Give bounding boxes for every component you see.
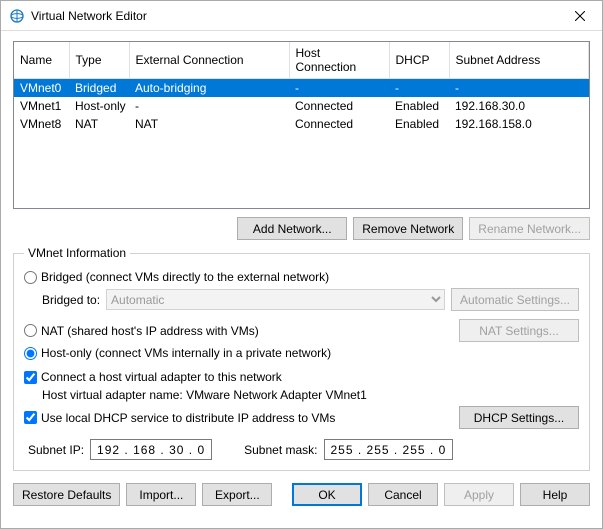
- ok-button[interactable]: OK: [292, 483, 362, 506]
- table-row[interactable]: VMnet1 Host-only - Connected Enabled 192…: [14, 97, 589, 115]
- add-network-button[interactable]: Add Network...: [237, 217, 347, 240]
- cell-subnet: 192.168.158.0: [449, 115, 589, 133]
- cell-ext: -: [129, 97, 289, 115]
- restore-defaults-button[interactable]: Restore Defaults: [13, 483, 120, 506]
- window-title: Virtual Network Editor: [31, 9, 557, 23]
- subnet-ip-input[interactable]: 192 . 168 . 30 . 0: [90, 439, 212, 460]
- import-button[interactable]: Import...: [126, 483, 196, 506]
- app-icon: [9, 8, 25, 24]
- radio-hostonly[interactable]: Host-only (connect VMs internally in a p…: [24, 346, 331, 360]
- radio-nat-label: NAT (shared host's IP address with VMs): [41, 324, 259, 338]
- cell-dhcp: -: [389, 79, 449, 98]
- radio-bridged[interactable]: Bridged (connect VMs directly to the ext…: [24, 270, 329, 284]
- cell-type: NAT: [69, 115, 129, 133]
- apply-button: Apply: [444, 483, 514, 506]
- help-button[interactable]: Help: [520, 483, 590, 506]
- export-button[interactable]: Export...: [202, 483, 272, 506]
- network-table[interactable]: Name Type External Connection Host Conne…: [13, 41, 590, 209]
- cell-subnet: 192.168.30.0: [449, 97, 589, 115]
- automatic-settings-button: Automatic Settings...: [451, 288, 579, 311]
- close-button[interactable]: [557, 1, 602, 31]
- cell-name: VMnet8: [14, 115, 69, 133]
- col-host[interactable]: Host Connection: [289, 42, 389, 79]
- cell-ext: Auto-bridging: [129, 79, 289, 98]
- cancel-button[interactable]: Cancel: [368, 483, 438, 506]
- cell-ext: NAT: [129, 115, 289, 133]
- subnet-mask-input[interactable]: 255 . 255 . 255 . 0: [324, 439, 454, 460]
- check-dhcp[interactable]: Use local DHCP service to distribute IP …: [24, 411, 335, 425]
- cell-type: Host-only: [69, 97, 129, 115]
- cell-subnet: -: [449, 79, 589, 98]
- col-dhcp[interactable]: DHCP: [389, 42, 449, 79]
- vmnet-info-group: VMnet Information Bridged (connect VMs d…: [13, 246, 590, 471]
- cell-name: VMnet1: [14, 97, 69, 115]
- radio-nat[interactable]: NAT (shared host's IP address with VMs): [24, 324, 259, 338]
- cell-host: -: [289, 79, 389, 98]
- cell-dhcp: Enabled: [389, 115, 449, 133]
- group-legend: VMnet Information: [24, 246, 130, 260]
- check-host-adapter-label: Connect a host virtual adapter to this n…: [41, 370, 282, 384]
- bottom-button-row: Restore Defaults Import... Export... OK …: [13, 483, 590, 506]
- radio-hostonly-label: Host-only (connect VMs internally in a p…: [41, 346, 331, 360]
- titlebar: Virtual Network Editor: [1, 1, 602, 31]
- cell-host: Connected: [289, 115, 389, 133]
- cell-type: Bridged: [69, 79, 129, 98]
- table-row[interactable]: VMnet0 Bridged Auto-bridging - - -: [14, 79, 589, 98]
- cell-name: VMnet0: [14, 79, 69, 98]
- remove-network-button[interactable]: Remove Network: [353, 217, 463, 240]
- content-area: Name Type External Connection Host Conne…: [1, 31, 602, 528]
- col-name[interactable]: Name: [14, 42, 69, 79]
- dialog-window: Virtual Network Editor Name Type Externa…: [0, 0, 603, 529]
- table-row[interactable]: VMnet8 NAT NAT Connected Enabled 192.168…: [14, 115, 589, 133]
- cell-dhcp: Enabled: [389, 97, 449, 115]
- network-button-row: Add Network... Remove Network Rename Net…: [13, 217, 590, 240]
- dhcp-settings-button[interactable]: DHCP Settings...: [459, 406, 579, 429]
- subnet-ip-label: Subnet IP:: [28, 443, 84, 457]
- subnet-mask-label: Subnet mask:: [244, 443, 317, 457]
- radio-bridged-label: Bridged (connect VMs directly to the ext…: [41, 270, 329, 284]
- bridged-to-select: Automatic: [106, 289, 445, 310]
- col-external[interactable]: External Connection: [129, 42, 289, 79]
- col-subnet[interactable]: Subnet Address: [449, 42, 589, 79]
- col-type[interactable]: Type: [69, 42, 129, 79]
- host-adapter-name: Host virtual adapter name: VMware Networ…: [42, 388, 367, 402]
- bridged-to-label: Bridged to:: [42, 293, 100, 307]
- rename-network-button: Rename Network...: [469, 217, 590, 240]
- check-dhcp-label: Use local DHCP service to distribute IP …: [41, 411, 335, 425]
- cell-host: Connected: [289, 97, 389, 115]
- nat-settings-button: NAT Settings...: [459, 319, 579, 342]
- check-host-adapter[interactable]: Connect a host virtual adapter to this n…: [24, 370, 282, 384]
